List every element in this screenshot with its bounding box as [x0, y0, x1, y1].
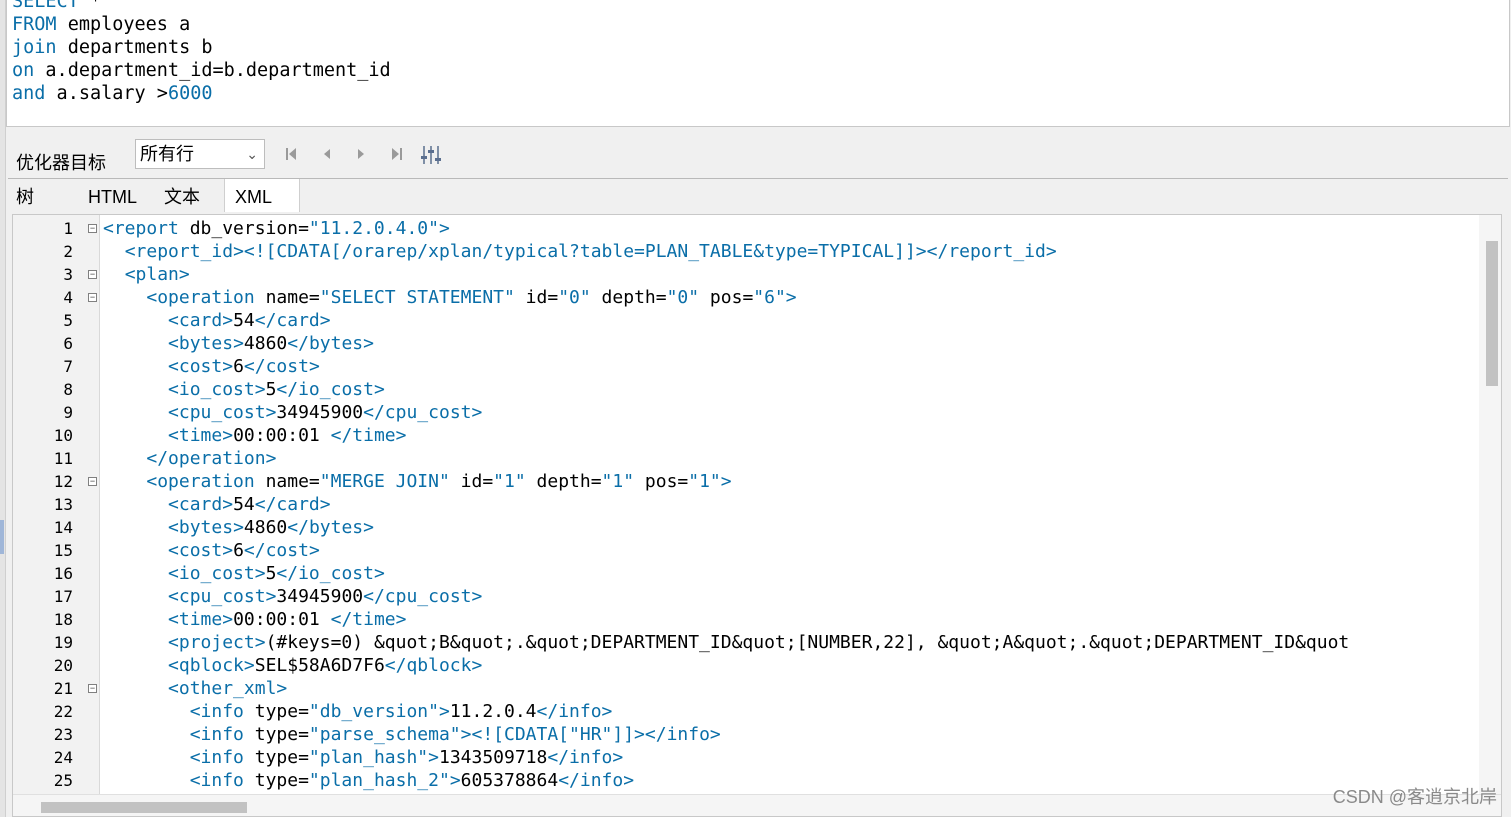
code-line: <info type="db_version">11.2.0.4</info>	[189, 701, 613, 722]
line-number: 23	[53, 725, 73, 744]
line-number: 24	[53, 748, 73, 767]
code-line: <card>54</card>	[168, 494, 331, 515]
line-number: 8	[63, 380, 73, 399]
view-tabs: 树 HTML 文本 XML	[8, 178, 1508, 213]
optimizer-goal-select[interactable]: 所有行 ⌄	[135, 139, 265, 169]
code-line: <card>54</card>	[168, 310, 331, 331]
code-area[interactable]: <report db_version="11.2.0.4.0"> <report…	[100, 215, 1475, 797]
code-line: <report db_version="11.2.0.4.0">	[103, 218, 450, 239]
code-line: <report_id><![CDATA[/orarep/xplan/typica…	[124, 241, 1057, 262]
sql-line: on a.department_id=b.department_id	[7, 59, 391, 82]
sql-text: departments b	[56, 37, 213, 58]
sql-text: a.department_id=b.department_id	[34, 60, 391, 81]
line-number: 19	[53, 633, 73, 652]
code-line: <cpu_cost>34945900</cpu_cost>	[168, 402, 483, 423]
xml-plan-viewer[interactable]: 1−2 3−4−5 6 7 8 9 10 11 12−13 14 15 16 17 18 19 20 21−22…	[12, 214, 1502, 817]
optimizer-goal-value: 所有行	[140, 144, 194, 164]
watermark: CSDN @客逍京北岸	[1332, 787, 1497, 807]
code-line: <info type="parse_schema"><![CDATA["HR"]…	[189, 724, 721, 745]
line-number: 3	[63, 265, 73, 284]
sql-line: and a.salary >6000	[7, 82, 391, 105]
tab-html[interactable]: HTML	[78, 179, 154, 212]
line-number: 9	[63, 403, 73, 422]
sql-line: FROM employees a	[7, 13, 391, 36]
first-page-icon[interactable]	[282, 146, 300, 164]
code-line: <info type="plan_hash">1343509718</info>	[189, 747, 624, 768]
sql-text: a.salary >	[45, 83, 168, 104]
fold-toggle-icon[interactable]: −	[88, 477, 97, 486]
vertical-scrollbar[interactable]	[1479, 215, 1501, 797]
line-number: 13	[53, 495, 73, 514]
code-line: </operation>	[146, 448, 277, 469]
line-number: 22	[53, 702, 73, 721]
code-line: <operation name="SELECT STATEMENT" id="0…	[146, 287, 797, 308]
chevron-down-icon: ⌄	[246, 146, 258, 162]
line-number: 12	[53, 472, 73, 491]
line-number: 25	[53, 771, 73, 790]
fold-toggle-icon[interactable]: −	[88, 224, 97, 233]
horizontal-scrollbar[interactable]	[13, 794, 1501, 816]
sql-keyword: join	[12, 37, 57, 58]
last-page-icon[interactable]	[388, 146, 406, 164]
line-number: 20	[53, 656, 73, 675]
code-line: <time>00:00:01 </time>	[168, 425, 407, 446]
code-line: <io_cost>5</io_cost>	[168, 379, 385, 400]
fold-toggle-icon[interactable]: −	[88, 684, 97, 693]
code-line: <project>(#keys=0) &quot;B&quot;.&quot;D…	[168, 632, 1350, 653]
sql-keyword: FROM	[12, 14, 57, 35]
line-number: 17	[53, 587, 73, 606]
line-number: 1	[63, 219, 73, 238]
code-line: <bytes>4860</bytes>	[168, 517, 374, 538]
code-line: <cost>6</cost>	[168, 356, 320, 377]
sql-text: employees a	[56, 14, 191, 35]
code-line: <other_xml>	[168, 678, 288, 699]
line-number: 14	[53, 518, 73, 537]
line-number: 18	[53, 610, 73, 629]
toolbar: 优化器目标 所有行 ⌄	[6, 136, 1508, 176]
code-line: <cost>6</cost>	[168, 540, 320, 561]
line-number: 11	[53, 449, 73, 468]
sql-text: *	[78, 0, 102, 12]
line-number: 6	[63, 334, 73, 353]
line-number: 2	[63, 242, 73, 261]
line-number: 10	[53, 426, 73, 445]
code-line: <io_cost>5</io_cost>	[168, 563, 385, 584]
sql-number: 6000	[167, 83, 213, 104]
horizontal-scroll-thumb[interactable]	[41, 802, 247, 813]
tab-text[interactable]: 文本	[154, 179, 224, 212]
fold-toggle-icon[interactable]: −	[88, 293, 97, 302]
fold-toggle-icon[interactable]: −	[88, 270, 97, 279]
line-number: 15	[53, 541, 73, 560]
code-line: <plan>	[124, 264, 190, 285]
sql-editor[interactable]: SELECT * FROM employees a join departments…	[6, 0, 1510, 127]
sql-keyword: SELECT	[12, 0, 79, 12]
line-number-gutter: 1−2 3−4−5 6 7 8 9 10 11 12−13 14 15 16 17 18 19 20 21−22…	[13, 215, 100, 816]
sql-lines: SELECT * FROM employees a join departments…	[7, 0, 391, 105]
tab-tree[interactable]: 树	[8, 179, 78, 212]
line-number: 7	[63, 357, 73, 376]
line-number: 16	[53, 564, 73, 583]
code-line: <cpu_cost>34945900</cpu_cost>	[168, 586, 483, 607]
left-edge-marker	[0, 520, 4, 554]
code-line: <operation name="MERGE JOIN" id="1" dept…	[146, 471, 732, 492]
line-number: 21	[53, 679, 73, 698]
prev-icon[interactable]	[318, 146, 336, 164]
code-line: <time>00:00:01 </time>	[168, 609, 407, 630]
tab-xml[interactable]: XML	[224, 179, 300, 212]
vertical-scroll-thumb[interactable]	[1486, 241, 1498, 386]
line-number: 5	[63, 311, 73, 330]
code-line: <qblock>SEL$58A6D7F6</qblock>	[168, 655, 483, 676]
next-icon[interactable]	[352, 146, 370, 164]
line-number: 4	[63, 288, 73, 307]
code-line: <info type="plan_hash_2">605378864</info…	[189, 770, 635, 791]
sliders-icon[interactable]	[420, 144, 442, 166]
sql-keyword: on	[12, 60, 35, 81]
optimizer-goal-label: 优化器目标	[16, 153, 106, 173]
code-line: <bytes>4860</bytes>	[168, 333, 374, 354]
sql-keyword: and	[12, 83, 46, 104]
sql-line: SELECT *	[7, 0, 391, 13]
sql-line: join departments b	[7, 36, 391, 59]
